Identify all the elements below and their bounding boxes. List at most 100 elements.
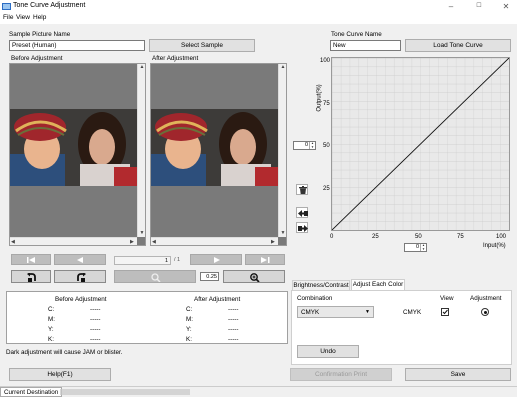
info-before-title: Before Adjustment	[55, 296, 107, 303]
before-image-panel[interactable]: ▲ ▼ ◀ ▶	[9, 63, 146, 246]
before-adjustment-label: Before Adjustment	[11, 55, 63, 62]
previous-page-icon	[77, 257, 83, 263]
next-page-button[interactable]	[190, 254, 242, 265]
help-button[interactable]: Help(F1)	[9, 368, 111, 381]
tone-curve-name-field[interactable]: New	[330, 40, 401, 51]
sample-picture-label: Sample Picture Name	[9, 31, 71, 38]
info-before-y-value: -----	[90, 326, 101, 333]
first-page-icon	[27, 257, 35, 263]
save-button[interactable]: Save	[405, 368, 511, 381]
before-vertical-scrollbar[interactable]: ▲ ▼	[137, 64, 145, 237]
channel-label: CMYK	[403, 309, 422, 316]
undo-button[interactable]: Undo	[297, 345, 359, 358]
title-bar: Tone Curve Adjustment – ☐ ✕	[0, 0, 517, 13]
y-tick-100: 100	[320, 58, 331, 64]
zoom-in-button[interactable]	[223, 270, 285, 283]
spinner-arrows-icon[interactable]: ▲ ▼	[420, 243, 426, 251]
after-horizontal-scrollbar[interactable]: ◀ ▶	[151, 237, 278, 245]
info-before-m-label: M:	[48, 316, 55, 323]
next-point-icon	[298, 225, 308, 232]
first-page-button[interactable]	[11, 254, 51, 265]
adjustment-radio[interactable]	[481, 308, 489, 316]
next-page-icon	[214, 257, 220, 263]
scroll-left-icon[interactable]: ◀	[152, 239, 156, 245]
destination-value-redacted	[60, 389, 190, 395]
view-checkbox[interactable]	[441, 308, 449, 316]
adjust-each-color-panel: Combination View Adjustment CMYK ▼ CMYK …	[291, 290, 512, 365]
tab-adjust-each-color[interactable]: Adjust Each Color	[351, 279, 405, 290]
rotate-right-icon	[77, 273, 86, 282]
info-after-m-label: M:	[186, 316, 193, 323]
y-tick-50: 50	[323, 143, 330, 149]
zoom-out-button[interactable]	[114, 270, 196, 283]
previous-page-button[interactable]	[54, 254, 106, 265]
rotate-right-button[interactable]	[54, 270, 106, 283]
page-total: / 1	[174, 257, 181, 263]
info-before-c-value: -----	[90, 306, 101, 313]
info-after-c-value: -----	[228, 306, 239, 313]
scroll-down-icon[interactable]: ▼	[138, 230, 145, 236]
menu-file[interactable]: File	[3, 14, 13, 21]
minimize-button[interactable]: –	[440, 0, 462, 13]
tab-brightness-contrast[interactable]: Brightness/Contrast	[292, 280, 350, 290]
delete-point-button[interactable]	[296, 184, 308, 195]
adjustment-column-label: Adjustment	[470, 295, 502, 302]
menu-help[interactable]: Help	[33, 14, 46, 21]
chevron-down-icon: ▼	[365, 309, 370, 315]
x-tick-0: 0	[330, 234, 334, 240]
app-icon	[2, 3, 11, 10]
scroll-right-icon[interactable]: ▶	[130, 239, 134, 245]
info-after-m-value: -----	[228, 316, 239, 323]
after-adjustment-label: After Adjustment	[152, 55, 199, 62]
rotate-left-button[interactable]	[11, 270, 51, 283]
menu-view[interactable]: View	[16, 14, 30, 21]
x-tick-75: 75	[457, 234, 464, 240]
confirmation-print-button[interactable]: Confirmation Print	[290, 368, 392, 381]
color-values-panel: Before Adjustment After Adjustment C: --…	[6, 291, 288, 344]
scroll-up-icon[interactable]: ▲	[138, 64, 145, 70]
tone-curve-name-label: Tone Curve Name	[331, 31, 382, 38]
output-value: 0	[304, 142, 308, 148]
after-image-panel[interactable]: ▲ ▼ ◀ ▶	[150, 63, 287, 246]
scroll-right-icon[interactable]: ▶	[271, 239, 275, 245]
info-after-k-value: -----	[228, 336, 239, 343]
current-destination-label: Current Destination	[0, 387, 63, 397]
x-tick-100: 100	[496, 234, 507, 240]
maximize-button[interactable]: ☐	[468, 0, 490, 13]
select-sample-button[interactable]: Select Sample	[149, 39, 255, 52]
output-value-spinner[interactable]: 0 ▲ ▼	[293, 141, 316, 150]
zoom-in-icon	[250, 273, 260, 282]
tone-curve-graph[interactable]	[331, 57, 510, 231]
spinner-arrows-icon[interactable]: ▲ ▼	[309, 141, 315, 149]
before-preview-image	[10, 109, 137, 186]
radio-selected-dot	[483, 310, 487, 314]
x-tick-50: 50	[415, 234, 422, 240]
after-preview-image	[151, 109, 278, 186]
last-page-icon	[261, 257, 270, 263]
info-after-title: After Adjustment	[194, 296, 241, 303]
menu-bar: File View Help	[0, 13, 517, 24]
input-value-spinner[interactable]: 0 ▲ ▼	[404, 243, 427, 252]
info-after-y-label: Y:	[186, 326, 192, 333]
load-tone-curve-button[interactable]: Load Tone Curve	[405, 39, 511, 52]
previous-point-button[interactable]	[296, 207, 308, 218]
input-axis-label: Input(%)	[483, 243, 506, 249]
close-button[interactable]: ✕	[495, 0, 517, 13]
page-number-field[interactable]: 1	[114, 256, 171, 265]
after-vertical-scrollbar[interactable]: ▲ ▼	[278, 64, 286, 237]
combination-dropdown[interactable]: CMYK ▼	[297, 306, 374, 318]
next-point-button[interactable]	[296, 222, 308, 233]
sample-picture-field[interactable]: Preset (Human)	[9, 40, 145, 51]
zoom-level-field[interactable]: 0.25	[200, 272, 219, 281]
view-column-label: View	[440, 295, 454, 302]
before-horizontal-scrollbar[interactable]: ◀ ▶	[10, 237, 137, 245]
scroll-left-icon[interactable]: ◀	[11, 239, 15, 245]
info-after-c-label: C:	[186, 306, 193, 313]
info-after-k-label: K:	[186, 336, 192, 343]
x-tick-25: 25	[372, 234, 379, 240]
scroll-up-icon[interactable]: ▲	[279, 64, 286, 70]
scroll-down-icon[interactable]: ▼	[279, 230, 286, 236]
rotate-left-icon	[27, 273, 36, 282]
last-page-button[interactable]	[245, 254, 285, 265]
trash-icon	[299, 186, 307, 194]
